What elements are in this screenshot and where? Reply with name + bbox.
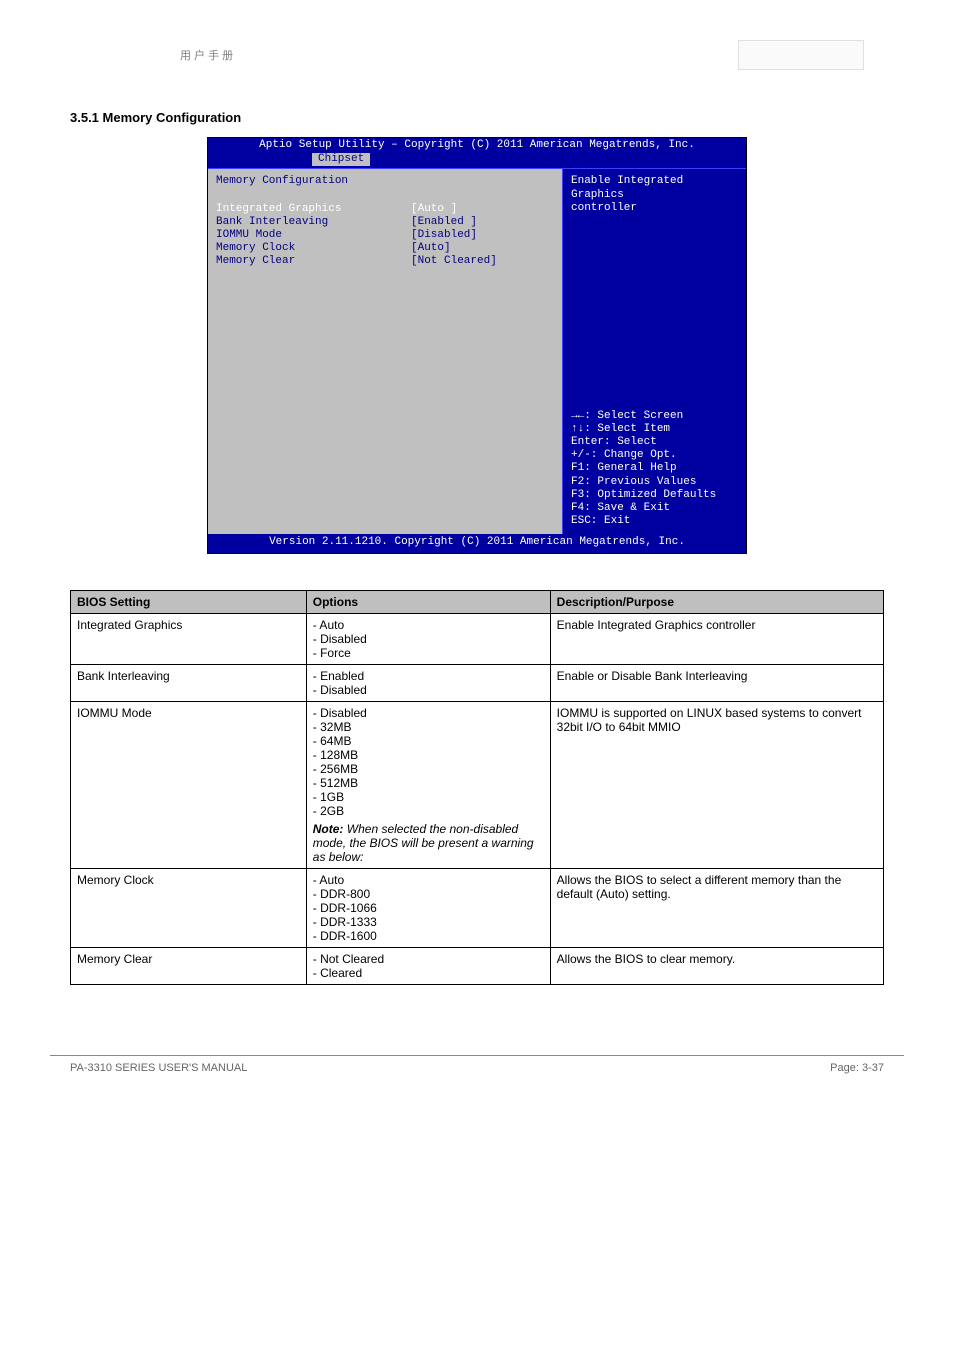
option-value: - 64MB <box>313 734 352 748</box>
bios-setting-value: [Disabled] <box>411 229 477 242</box>
bios-body: Memory Configuration Integrated Graphics… <box>208 168 746 534</box>
bios-setting-row[interactable]: Bank Interleaving[Enabled ] <box>216 216 554 229</box>
bios-help-key-line: Enter: Select <box>571 436 738 449</box>
option-value: - 32MB <box>313 720 352 734</box>
bios-help-key-line: →←: Select Screen <box>571 410 738 423</box>
bios-setting-value: [Auto] <box>411 242 451 255</box>
section-heading: 3.5.1 Memory Configuration <box>70 110 884 125</box>
bios-help-key-line: ↑↓: Select Item <box>571 423 738 436</box>
bios-setting-value: [Auto ] <box>411 203 457 216</box>
cell-options: - Auto- DDR-800- DDR-1066- DDR-1333- DDR… <box>306 868 550 947</box>
cell-setting: Memory Clock <box>71 868 307 947</box>
option-value: - 128MB <box>313 748 358 762</box>
table-header-row: BIOS Setting Options Description/Purpose <box>71 590 884 613</box>
bios-help-key-line: ESC: Exit <box>571 515 738 528</box>
cell-description: Enable or Disable Bank Interleaving <box>550 664 883 701</box>
option-value: - Auto <box>313 873 344 887</box>
bios-setting-label: IOMMU Mode <box>216 229 411 242</box>
footer-separator <box>50 1055 904 1056</box>
bios-setting-label: Memory Clock <box>216 242 411 255</box>
bios-setting-row[interactable]: Memory Clock[Auto] <box>216 242 554 255</box>
th-description: Description/Purpose <box>550 590 883 613</box>
bios-setting-value: [Enabled ] <box>411 216 477 229</box>
bios-help-key-line: F2: Previous Values <box>571 476 738 489</box>
footer-right: Page: 3-37 <box>830 1062 884 1074</box>
option-value: - Force <box>313 646 351 660</box>
option-value: - DDR-800 <box>313 887 370 901</box>
option-value: - Disabled <box>313 632 367 646</box>
bios-help-key-line: F4: Save & Exit <box>571 502 738 515</box>
page-header: 用 户 手 册 <box>70 40 884 70</box>
bios-title: Aptio Setup Utility – Copyright (C) 2011… <box>208 138 746 153</box>
cell-description: Enable Integrated Graphics controller <box>550 613 883 664</box>
table-row: Memory Clear- Not Cleared- ClearedAllows… <box>71 947 884 984</box>
cell-description: Allows the BIOS to select a different me… <box>550 868 883 947</box>
bios-help-description: Enable Integrated Graphics controller <box>571 175 738 215</box>
th-setting: BIOS Setting <box>71 590 307 613</box>
option-value: - Cleared <box>313 966 362 980</box>
cell-setting: IOMMU Mode <box>71 701 307 868</box>
bios-setting-label: Bank Interleaving <box>216 216 411 229</box>
table-row: Bank Interleaving- Enabled- DisabledEnab… <box>71 664 884 701</box>
option-value: - 256MB <box>313 762 358 776</box>
option-value: - Enabled <box>313 669 364 683</box>
page-header-text: 用 户 手 册 <box>180 47 233 63</box>
cell-description: IOMMU is supported on LINUX based system… <box>550 701 883 868</box>
bios-left-panel: Memory Configuration Integrated Graphics… <box>208 169 563 534</box>
th-options: Options <box>306 590 550 613</box>
header-placeholder <box>738 40 864 70</box>
bios-help-key-line: F3: Optimized Defaults <box>571 489 738 502</box>
table-row: IOMMU Mode- Disabled- 32MB- 64MB- 128MB-… <box>71 701 884 868</box>
bios-right-panel: Enable Integrated Graphics controller →←… <box>563 169 746 534</box>
bios-help-key-line: +/-: Change Opt. <box>571 449 738 462</box>
bios-setting-row[interactable]: Memory Clear[Not Cleared] <box>216 255 554 268</box>
page-footer: PA-3310 SERIES USER'S MANUAL Page: 3-37 <box>70 1062 884 1074</box>
bios-tab-chipset[interactable]: Chipset <box>312 153 370 166</box>
cell-options: - Not Cleared- Cleared <box>306 947 550 984</box>
cell-options: - Auto- Disabled- Force <box>306 613 550 664</box>
cell-description: Allows the BIOS to clear memory. <box>550 947 883 984</box>
cell-setting: Integrated Graphics <box>71 613 307 664</box>
bios-screenshot: Aptio Setup Utility – Copyright (C) 2011… <box>70 137 884 554</box>
bios-setting-label: Memory Clear <box>216 255 411 268</box>
bios-setting-row[interactable]: Integrated Graphics[Auto ] <box>216 203 554 216</box>
table-row: Memory Clock- Auto- DDR-800- DDR-1066- D… <box>71 868 884 947</box>
footer-left: PA-3310 SERIES USER'S MANUAL <box>70 1062 247 1074</box>
bios-setting-row[interactable]: IOMMU Mode[Disabled] <box>216 229 554 242</box>
option-value: - Disabled <box>313 683 367 697</box>
cell-setting: Bank Interleaving <box>71 664 307 701</box>
option-value: - Auto <box>313 618 344 632</box>
table-row: Integrated Graphics- Auto- Disabled- For… <box>71 613 884 664</box>
option-value: - Disabled <box>313 706 367 720</box>
option-value: - DDR-1600 <box>313 929 377 943</box>
bios-setting-label: Integrated Graphics <box>216 203 411 216</box>
bios-window: Aptio Setup Utility – Copyright (C) 2011… <box>207 137 747 554</box>
bios-left-header: Memory Configuration <box>216 175 554 188</box>
option-value: - 1GB <box>313 790 344 804</box>
option-value: - Not Cleared <box>313 952 384 966</box>
option-value: - DDR-1333 <box>313 915 377 929</box>
options-table: BIOS Setting Options Description/Purpose… <box>70 590 884 985</box>
bios-footer: Version 2.11.1210. Copyright (C) 2011 Am… <box>208 534 746 552</box>
option-value: - 2GB <box>313 804 344 818</box>
cell-setting: Memory Clear <box>71 947 307 984</box>
bios-help-keys: →←: Select Screen↑↓: Select ItemEnter: S… <box>571 410 738 529</box>
cell-options: - Enabled- Disabled <box>306 664 550 701</box>
bios-tab-row: Chipset <box>208 153 746 168</box>
bios-setting-value: [Not Cleared] <box>411 255 497 268</box>
option-value: - 512MB <box>313 776 358 790</box>
option-note: Note: When selected the non-disabled mod… <box>313 822 544 864</box>
option-value: - DDR-1066 <box>313 901 377 915</box>
cell-options: - Disabled- 32MB- 64MB- 128MB- 256MB- 51… <box>306 701 550 868</box>
bios-help-key-line: F1: General Help <box>571 462 738 475</box>
